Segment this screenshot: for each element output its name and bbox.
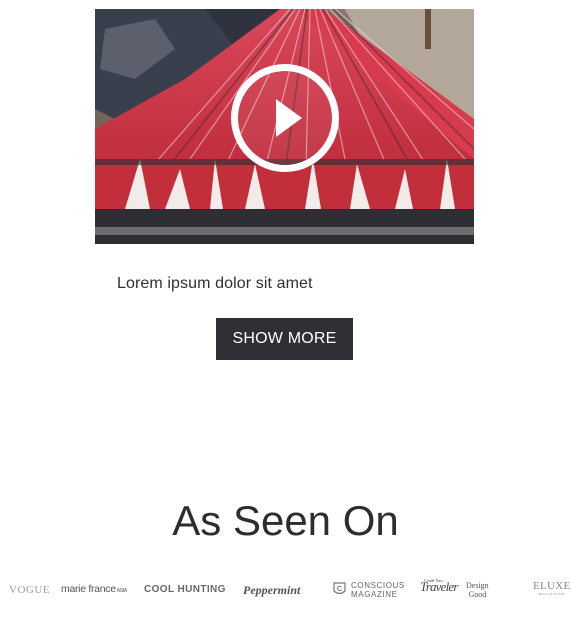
design-good-line1: Design — [466, 581, 489, 590]
video-caption: Lorem ipsum dolor sit amet — [117, 275, 313, 292]
conscious-logo-line2: MAGAZINE — [351, 590, 398, 599]
vogue-logo: VOGUE — [9, 584, 50, 596]
eluxe-logo-text: ELUXE — [533, 580, 571, 592]
press-logos-strip: VOGUE marie franceASIA COOL HUNTING Pepp… — [0, 578, 571, 602]
traveler-logo-sub: Condé Nast — [424, 578, 443, 583]
show-more-button[interactable]: SHOW MORE — [216, 318, 353, 360]
play-button[interactable] — [231, 64, 339, 172]
design-good-logo: Design Good — [466, 581, 489, 599]
marie-france-logo-sub: ASIA — [116, 588, 128, 594]
design-good-line2: Good — [468, 590, 487, 599]
eluxe-logo-sub: MAGAZINE — [538, 592, 566, 596]
as-seen-on-title: As Seen On — [172, 497, 399, 544]
video-player[interactable] — [95, 9, 474, 244]
peppermint-logo: Peppermint — [243, 583, 301, 597]
marie-france-logo-text: marie france — [61, 583, 116, 595]
eluxe-logo: ELUXE MAGAZINE — [533, 581, 571, 597]
conscious-logo-line1: CONSCIOUS — [351, 581, 405, 590]
traveler-logo: Condé Nast Traveler — [420, 578, 458, 594]
play-icon — [276, 99, 302, 137]
cool-hunting-logo: COOL HUNTING — [144, 584, 226, 595]
marie-france-logo: marie franceASIA — [61, 584, 127, 595]
shield-icon — [333, 582, 346, 595]
